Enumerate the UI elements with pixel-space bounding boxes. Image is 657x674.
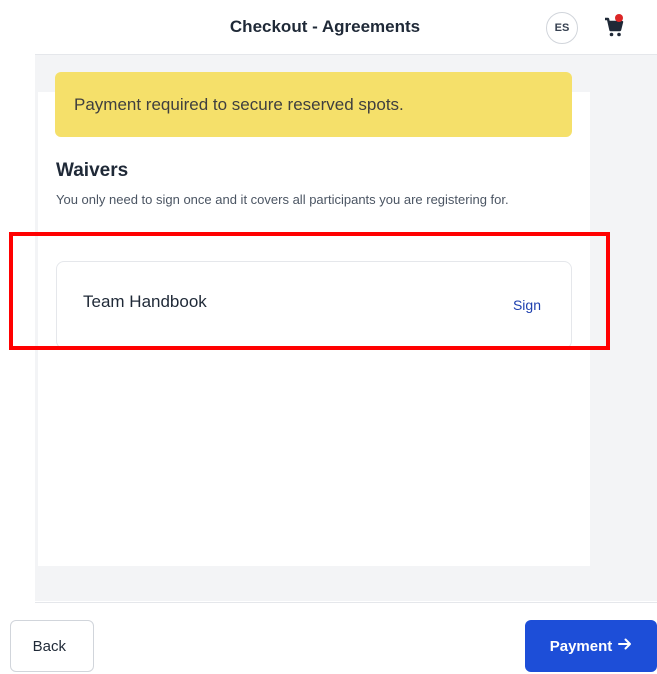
payment-button[interactable]: Payment <box>525 620 657 672</box>
back-button-label: Back <box>32 637 66 655</box>
arrow-right-icon <box>618 637 632 655</box>
payment-required-alert: Payment required to secure reserved spot… <box>55 72 572 137</box>
sign-waiver-link[interactable]: Sign <box>513 297 541 313</box>
back-button[interactable]: Back <box>10 620 94 672</box>
alert-text: Payment required to secure reserved spot… <box>74 94 404 114</box>
waivers-heading: Waivers <box>56 160 129 181</box>
waivers-description: You only need to sign once and it covers… <box>56 192 509 207</box>
cart-badge <box>615 14 623 22</box>
language-toggle-button[interactable]: ES <box>546 12 578 44</box>
waiver-name: Team Handbook <box>83 292 207 311</box>
waiver-card: Team Handbook Sign <box>56 261 572 349</box>
payment-button-label: Payment <box>549 637 613 655</box>
page-title: Checkout - Agreements <box>229 17 421 36</box>
